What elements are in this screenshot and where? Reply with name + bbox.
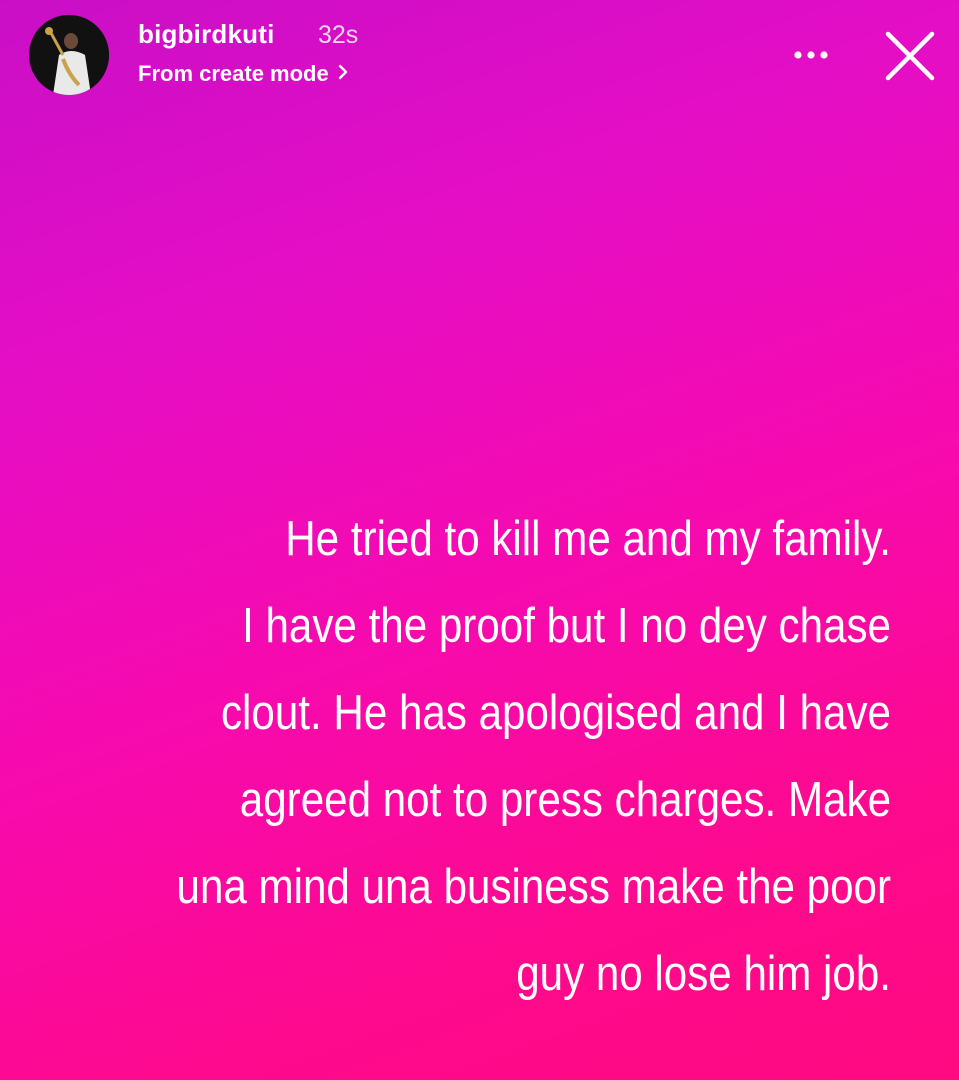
more-options-button[interactable] xyxy=(786,38,836,72)
story-header: bigbirdkuti 32s From create mode xyxy=(0,0,959,110)
username[interactable]: bigbirdkuti xyxy=(138,19,275,50)
story-text: He tried to kill me and my family. I hav… xyxy=(160,496,891,1018)
close-button[interactable] xyxy=(880,26,940,86)
create-mode-link[interactable]: From create mode xyxy=(138,61,349,87)
more-horizontal-icon xyxy=(794,51,828,59)
avatar[interactable] xyxy=(29,15,109,95)
avatar-photo-icon xyxy=(29,15,109,95)
story-text-line: I have the proof but I no dey chase xyxy=(242,599,891,653)
story-text-line: guy no lose him job. xyxy=(516,947,891,1001)
story-viewer[interactable]: bigbirdkuti 32s From create mode He trie… xyxy=(0,0,959,1080)
story-timestamp: 32s xyxy=(318,21,359,49)
close-icon xyxy=(885,31,935,81)
story-text-line: una mind una business make the poor xyxy=(176,860,892,914)
create-mode-label: From create mode xyxy=(138,61,329,86)
story-text-line: agreed not to press charges. Make xyxy=(239,773,892,827)
story-text-line: He tried to kill me and my family. xyxy=(285,512,891,566)
story-text-line: clout. He has apologised and I have xyxy=(220,686,891,740)
chevron-right-icon xyxy=(337,61,349,87)
